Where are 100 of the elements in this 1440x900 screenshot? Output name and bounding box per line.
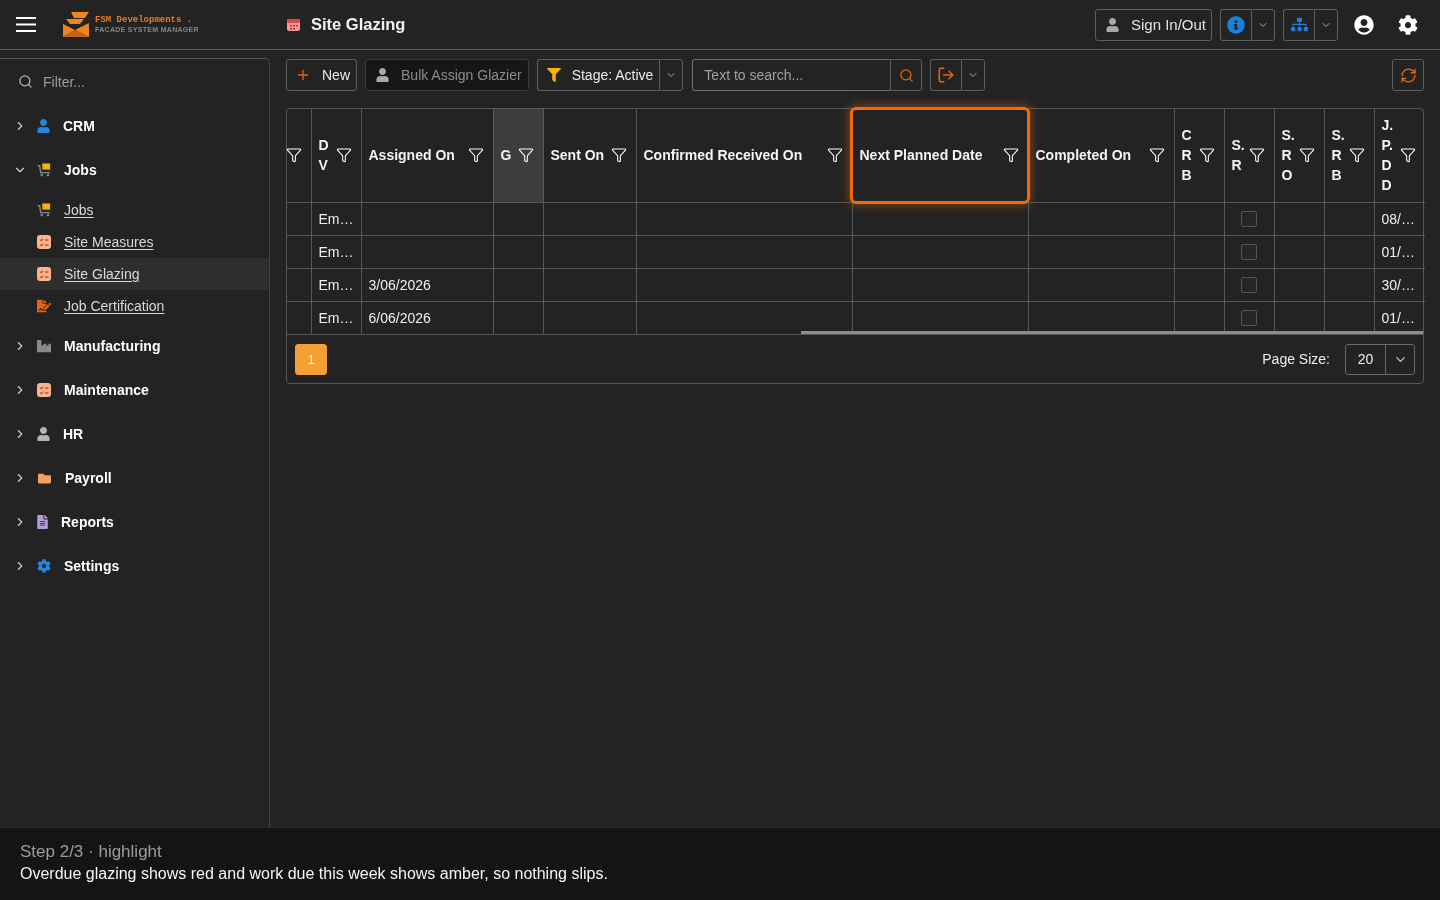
info-button[interactable] bbox=[1220, 8, 1251, 41]
search-icon bbox=[898, 67, 914, 83]
column-header[interactable]: C R B bbox=[1174, 109, 1224, 202]
column-title: Confirmed Received On bbox=[643, 146, 803, 166]
column-title: Sent On bbox=[550, 146, 605, 166]
nav-item[interactable]: Payroll bbox=[37, 470, 112, 486]
checkbox[interactable] bbox=[1241, 277, 1257, 294]
checkbox[interactable] bbox=[1241, 211, 1257, 228]
document-icon bbox=[37, 515, 48, 529]
nav-link[interactable]: Site Glazing bbox=[0, 258, 269, 290]
cart-icon bbox=[37, 163, 51, 177]
table-cell: Em… bbox=[311, 202, 361, 235]
filter-icon[interactable] bbox=[1002, 147, 1019, 164]
sign-in-out-button[interactable]: Sign In/Out bbox=[1094, 8, 1212, 41]
filter-icon[interactable] bbox=[1248, 147, 1265, 164]
search-icon bbox=[18, 74, 33, 89]
column-title: S. R B bbox=[1331, 126, 1345, 186]
hierarchy-button[interactable] bbox=[1283, 8, 1314, 41]
new-button[interactable]: New bbox=[286, 59, 357, 91]
person-icon bbox=[37, 119, 50, 133]
column-title: C R B bbox=[1181, 126, 1192, 186]
factory-icon bbox=[37, 339, 51, 353]
filter-icon[interactable] bbox=[335, 147, 352, 164]
column-header[interactable] bbox=[287, 109, 311, 202]
column-header[interactable]: Assigned On bbox=[361, 109, 493, 202]
hierarchy-icon bbox=[1290, 16, 1308, 33]
column-title: Next Planned Date bbox=[859, 146, 983, 166]
tour-step-label: Step 2/3 · highlight bbox=[20, 841, 162, 863]
column-header[interactable]: D V bbox=[311, 109, 361, 202]
nav-link[interactable]: Site Measures bbox=[0, 226, 269, 258]
nav-link[interactable]: Job Certification bbox=[0, 290, 269, 322]
column-title: D V bbox=[318, 136, 329, 176]
nav-item[interactable]: Jobs bbox=[37, 162, 97, 178]
calendar-icon bbox=[287, 18, 300, 31]
tour-caption-text: Overdue glazing shows red and work due this week shows amber, so nothing slips. bbox=[20, 864, 608, 884]
nav-item[interactable]: Reports bbox=[37, 514, 114, 530]
checklist-icon bbox=[37, 267, 51, 281]
column-header[interactable]: S. R bbox=[1224, 109, 1274, 202]
filter-icon[interactable] bbox=[610, 147, 627, 164]
info-icon bbox=[1227, 15, 1245, 34]
filter-icon[interactable] bbox=[1400, 147, 1416, 164]
dropdown-button[interactable] bbox=[659, 59, 684, 91]
cart-icon bbox=[37, 203, 51, 217]
column-title: J. P. D D bbox=[1381, 116, 1394, 196]
page-size-label: Page Size: bbox=[1262, 351, 1330, 367]
filter-icon bbox=[546, 68, 561, 82]
checkbox[interactable] bbox=[1241, 244, 1257, 261]
table-cell: Em… bbox=[311, 268, 361, 301]
filter-icon[interactable] bbox=[285, 147, 302, 164]
filter-icon[interactable] bbox=[1198, 147, 1215, 164]
column-title: S. R bbox=[1231, 136, 1245, 176]
settings-icon bbox=[37, 559, 51, 573]
search-field[interactable]: Text to search... bbox=[692, 59, 891, 91]
filter-icon[interactable] bbox=[1348, 147, 1365, 164]
document-pen-icon bbox=[37, 299, 51, 313]
dropdown-button[interactable] bbox=[961, 59, 986, 91]
table-cell: Em… bbox=[311, 235, 361, 268]
page-size-select[interactable]: 20 bbox=[1345, 343, 1415, 375]
nav-item[interactable]: HR bbox=[37, 426, 84, 442]
column-title: Completed On bbox=[1035, 146, 1132, 166]
refresh-button[interactable] bbox=[1392, 59, 1424, 91]
column-header[interactable]: Completed On bbox=[1028, 109, 1174, 202]
horizontal-scrollbar[interactable] bbox=[801, 331, 1423, 334]
filter-icon[interactable] bbox=[467, 147, 484, 164]
export-button[interactable] bbox=[930, 59, 962, 91]
nav-link[interactable]: Jobs bbox=[0, 194, 269, 226]
nav-item[interactable]: Maintenance bbox=[37, 382, 149, 398]
folder-icon bbox=[37, 471, 52, 485]
person-icon bbox=[37, 427, 50, 441]
person-icon bbox=[1105, 17, 1119, 32]
column-header[interactable]: Sent On bbox=[543, 109, 636, 202]
column-header[interactable]: S. R B bbox=[1324, 109, 1374, 202]
filter-icon[interactable] bbox=[1148, 147, 1165, 164]
column-header[interactable]: G bbox=[493, 109, 543, 202]
settings-icon[interactable] bbox=[1398, 14, 1418, 35]
menu-icon[interactable] bbox=[16, 17, 36, 32]
stage-filter-button[interactable]: Stage: Active bbox=[536, 59, 660, 91]
column-title: Assigned On bbox=[368, 146, 455, 166]
dropdown-button[interactable] bbox=[1314, 8, 1338, 41]
checkbox[interactable] bbox=[1241, 310, 1257, 327]
refresh-icon bbox=[1399, 66, 1417, 84]
nav-item[interactable]: Manufacturing bbox=[37, 338, 161, 354]
checklist-icon bbox=[37, 383, 51, 397]
page-title: Site Glazing bbox=[311, 15, 406, 34]
search-button[interactable] bbox=[890, 59, 923, 91]
filter-field[interactable]: Filter... bbox=[43, 68, 243, 95]
nav-item[interactable]: CRM bbox=[37, 118, 95, 134]
filter-icon[interactable] bbox=[1298, 147, 1315, 164]
account-icon[interactable] bbox=[1354, 14, 1374, 35]
brand-logo bbox=[62, 11, 90, 38]
brand-name: FSM Developments . bbox=[95, 14, 194, 25]
nav-item[interactable]: Settings bbox=[37, 558, 120, 574]
checklist-icon bbox=[37, 235, 51, 249]
column-title: S. R O bbox=[1281, 126, 1295, 186]
filter-icon[interactable] bbox=[826, 147, 843, 164]
dropdown-button[interactable] bbox=[1251, 8, 1275, 41]
filter-icon[interactable] bbox=[517, 147, 534, 164]
column-header[interactable]: Next Planned Date bbox=[852, 109, 1028, 202]
table-cell: 3/06/2026 bbox=[361, 268, 493, 301]
column-header[interactable]: S. R O bbox=[1274, 109, 1324, 202]
